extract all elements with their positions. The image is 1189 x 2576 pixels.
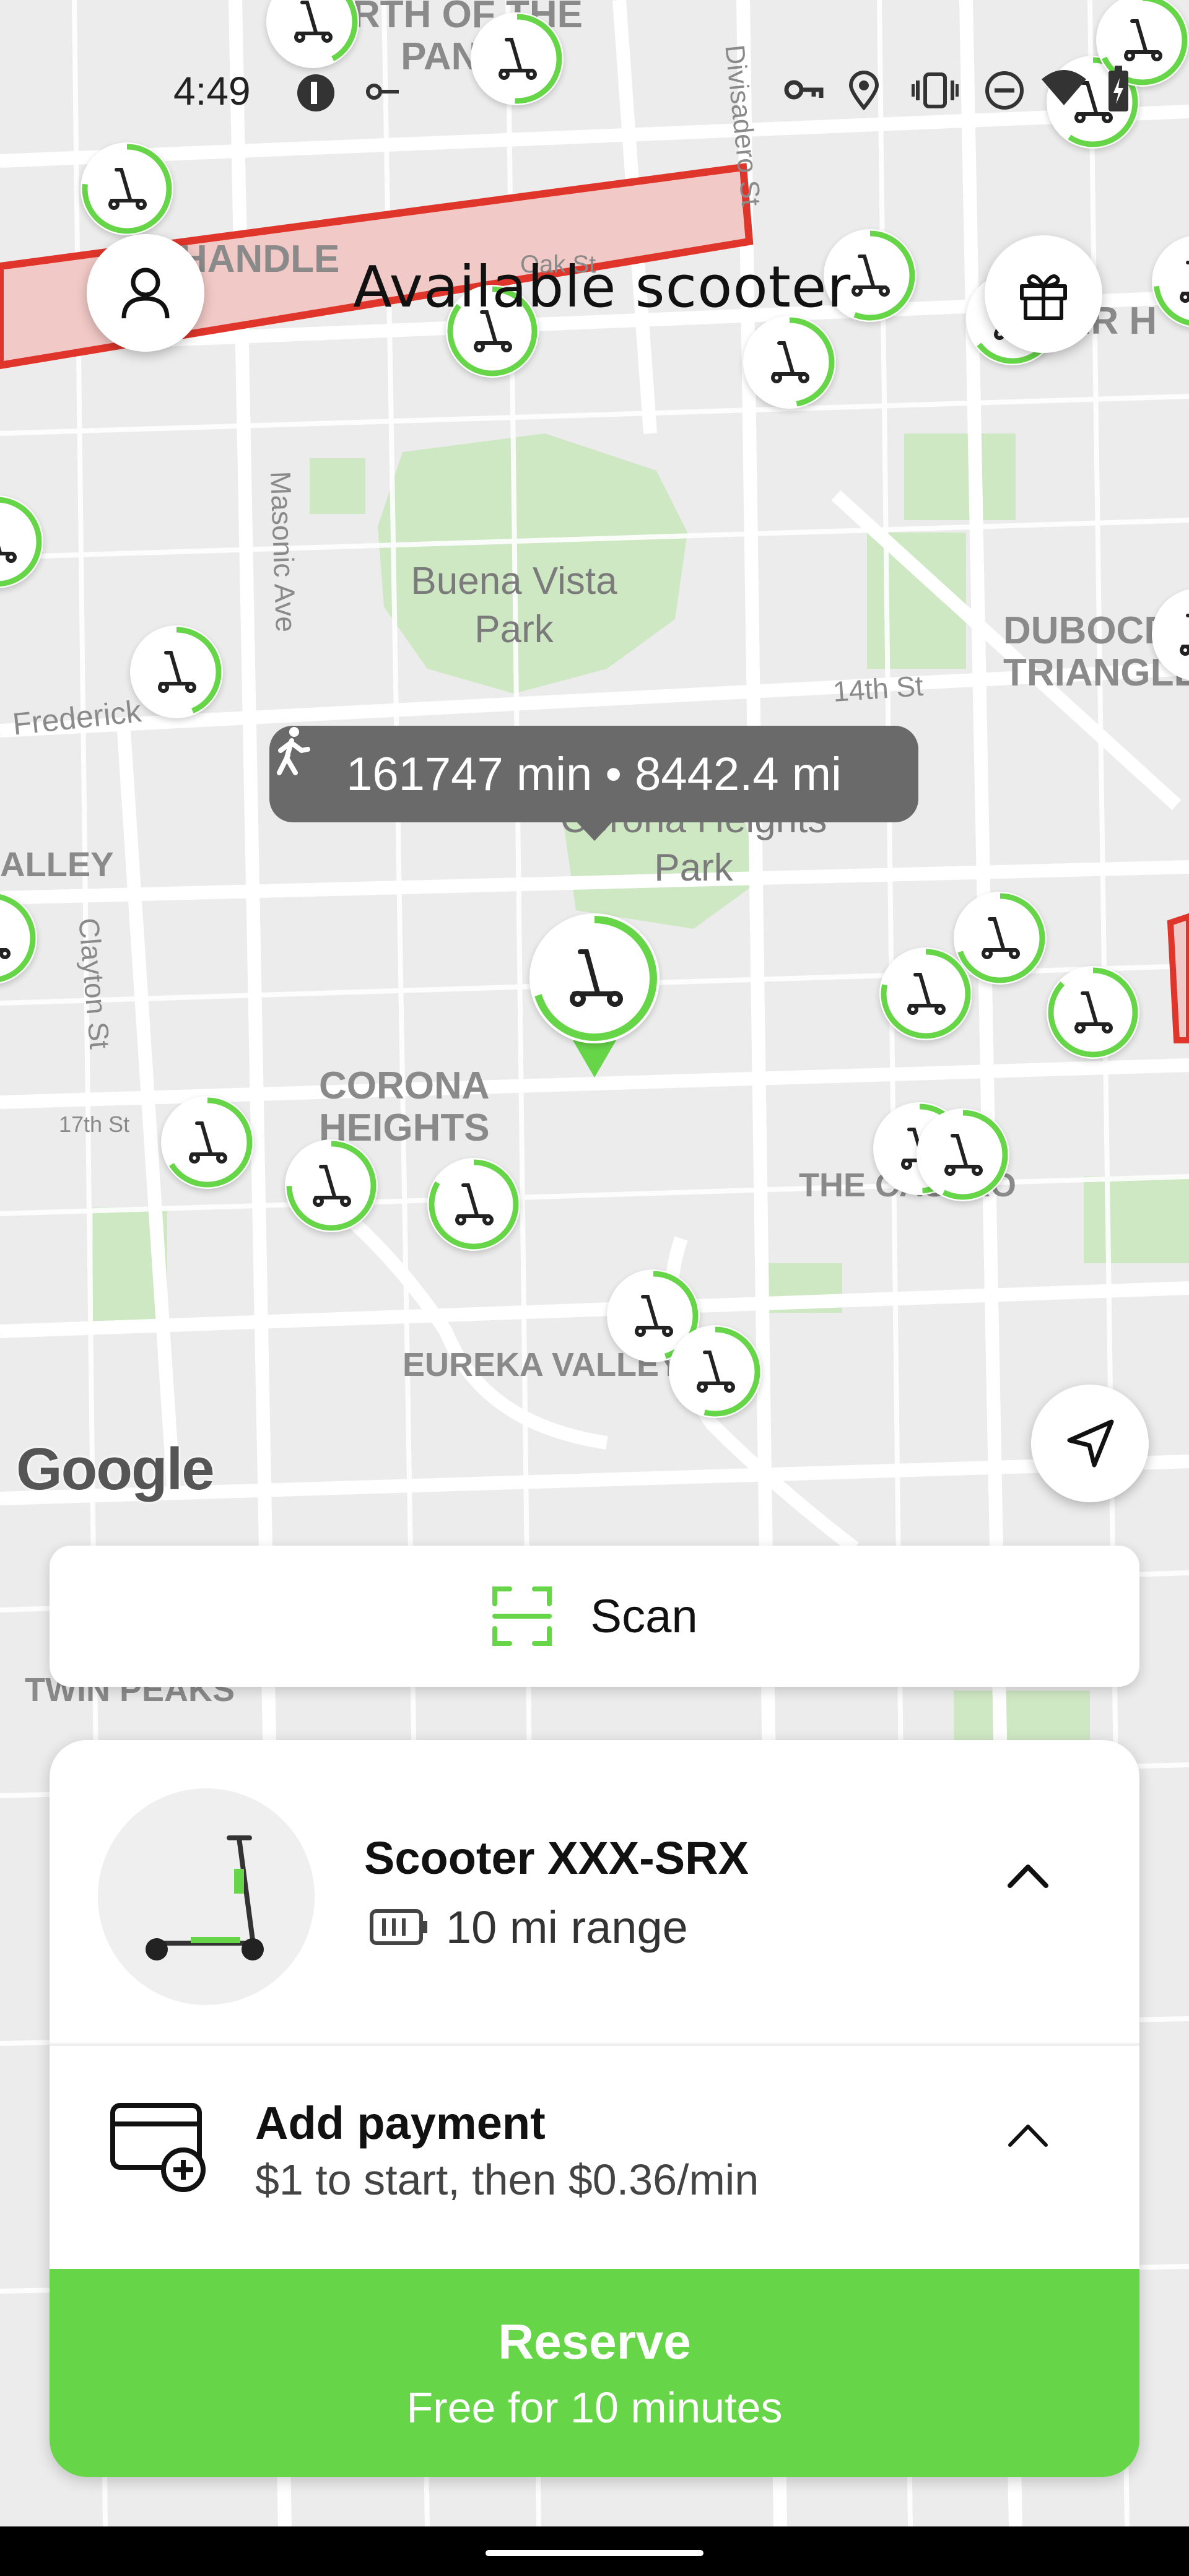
payment-row[interactable]: Add payment $1 to start, then $0.36/min xyxy=(50,2046,1139,2269)
scooter-icon xyxy=(1048,967,1138,1058)
status-time: 4:49 xyxy=(173,69,251,113)
scooter-name: Scooter XXX-SRX xyxy=(364,1832,749,1884)
scooter-pin[interactable] xyxy=(669,1325,762,1418)
battery-charging-icon xyxy=(1108,66,1128,111)
profile-button[interactable] xyxy=(87,234,204,352)
scooter-pin[interactable] xyxy=(1152,588,1189,681)
gift-button[interactable] xyxy=(985,235,1102,353)
map-label-alley: ALLEY xyxy=(0,845,114,884)
payment-title: Add payment xyxy=(255,2097,546,2149)
vpn-key-icon xyxy=(784,80,824,100)
walk-distance-tooltip: 161747 min • 8442.4 mi xyxy=(269,726,918,822)
gift-icon xyxy=(1020,274,1067,320)
do-not-disturb-icon xyxy=(985,71,1024,110)
chevron-up-icon[interactable] xyxy=(1006,1861,1050,1892)
walk-distance-text: 161747 min • 8442.4 mi xyxy=(346,747,842,801)
reserve-button[interactable]: Reserve Free for 10 minutes xyxy=(50,2269,1139,2477)
map-label-17th: 17th St xyxy=(59,1112,130,1137)
location-icon xyxy=(848,71,879,110)
scooter-info-row[interactable]: Scooter XXX-SRX 10 mi range xyxy=(50,1740,1139,2046)
scooter-icon xyxy=(881,949,971,1039)
scooter-pin[interactable] xyxy=(1047,966,1139,1059)
system-navigation-bar xyxy=(0,2526,1189,2576)
home-handle[interactable] xyxy=(486,2550,703,2556)
reserve-title: Reserve xyxy=(498,2314,691,2369)
scooter-pin[interactable] xyxy=(427,1158,520,1251)
scooter-pin[interactable] xyxy=(879,947,972,1040)
app-notification-icon xyxy=(297,74,334,111)
scooter-icon xyxy=(286,1141,377,1231)
page-title: Available scooter xyxy=(353,254,851,320)
scooter-icon xyxy=(429,1159,519,1250)
scooter-pin[interactable] xyxy=(743,316,836,409)
key-icon xyxy=(366,84,399,100)
scooter-pin[interactable] xyxy=(0,892,37,985)
map-label-panhandle: HANDLE xyxy=(180,238,340,281)
tooltip-arrow xyxy=(576,821,613,841)
scooter-details-sheet: Scooter XXX-SRX 10 mi range Add payment … xyxy=(50,1740,1139,2477)
battery-range-icon xyxy=(370,1909,427,1945)
reserve-subtitle: Free for 10 minutes xyxy=(406,2383,783,2432)
map-label-corona-heights: CORONA HEIGHTS xyxy=(319,1064,490,1150)
scooter-pin[interactable] xyxy=(285,1139,378,1232)
selected-scooter-pin[interactable] xyxy=(529,913,660,1043)
scooter-icon xyxy=(1153,590,1189,680)
scooter-icon xyxy=(670,1326,760,1417)
scooter-pin[interactable] xyxy=(917,1108,1009,1201)
payment-subtitle: $1 to start, then $0.36/min xyxy=(255,2156,759,2204)
walking-person-icon xyxy=(277,727,310,775)
scooter-icon xyxy=(0,893,36,983)
scooter-icon xyxy=(0,497,42,587)
scooter-range: 10 mi range xyxy=(446,1902,688,1953)
recenter-location-button[interactable] xyxy=(1031,1385,1149,1502)
status-bar: 4:49 xyxy=(0,56,1189,130)
scan-button[interactable]: Scan xyxy=(50,1546,1139,1687)
scooter-pin[interactable] xyxy=(0,495,43,588)
scooter-pin[interactable] xyxy=(161,1096,254,1189)
person-icon xyxy=(121,268,170,319)
scan-label: Scan xyxy=(590,1590,698,1643)
google-logo: Google xyxy=(16,1436,215,1502)
scooter-icon xyxy=(131,627,222,717)
scooter-pin[interactable] xyxy=(130,625,223,718)
scooter-icon xyxy=(532,916,657,1041)
add-card-icon xyxy=(110,2103,206,2192)
scan-frame-icon xyxy=(492,1586,552,1646)
scooter-icon xyxy=(82,144,172,234)
scooter-pin[interactable] xyxy=(81,142,173,235)
scooter-illustration xyxy=(146,1835,264,1960)
wifi-icon xyxy=(1042,70,1086,105)
scooter-icon xyxy=(918,1110,1008,1200)
scooter-image xyxy=(98,1788,315,2005)
navigation-arrow-icon xyxy=(1067,1419,1114,1468)
scooter-icon xyxy=(162,1097,253,1188)
map-label-buena-vista: Buena Vista Park xyxy=(411,560,617,651)
vibrate-icon xyxy=(912,72,959,108)
scooter-pin[interactable] xyxy=(1152,235,1189,328)
scooter-icon xyxy=(1153,237,1189,327)
chevron-up-icon[interactable] xyxy=(1006,2120,1050,2151)
scooter-icon xyxy=(744,317,835,407)
map-label-masonic: Masonic Ave xyxy=(264,471,303,633)
map-label-14th: 14th St xyxy=(832,669,925,708)
